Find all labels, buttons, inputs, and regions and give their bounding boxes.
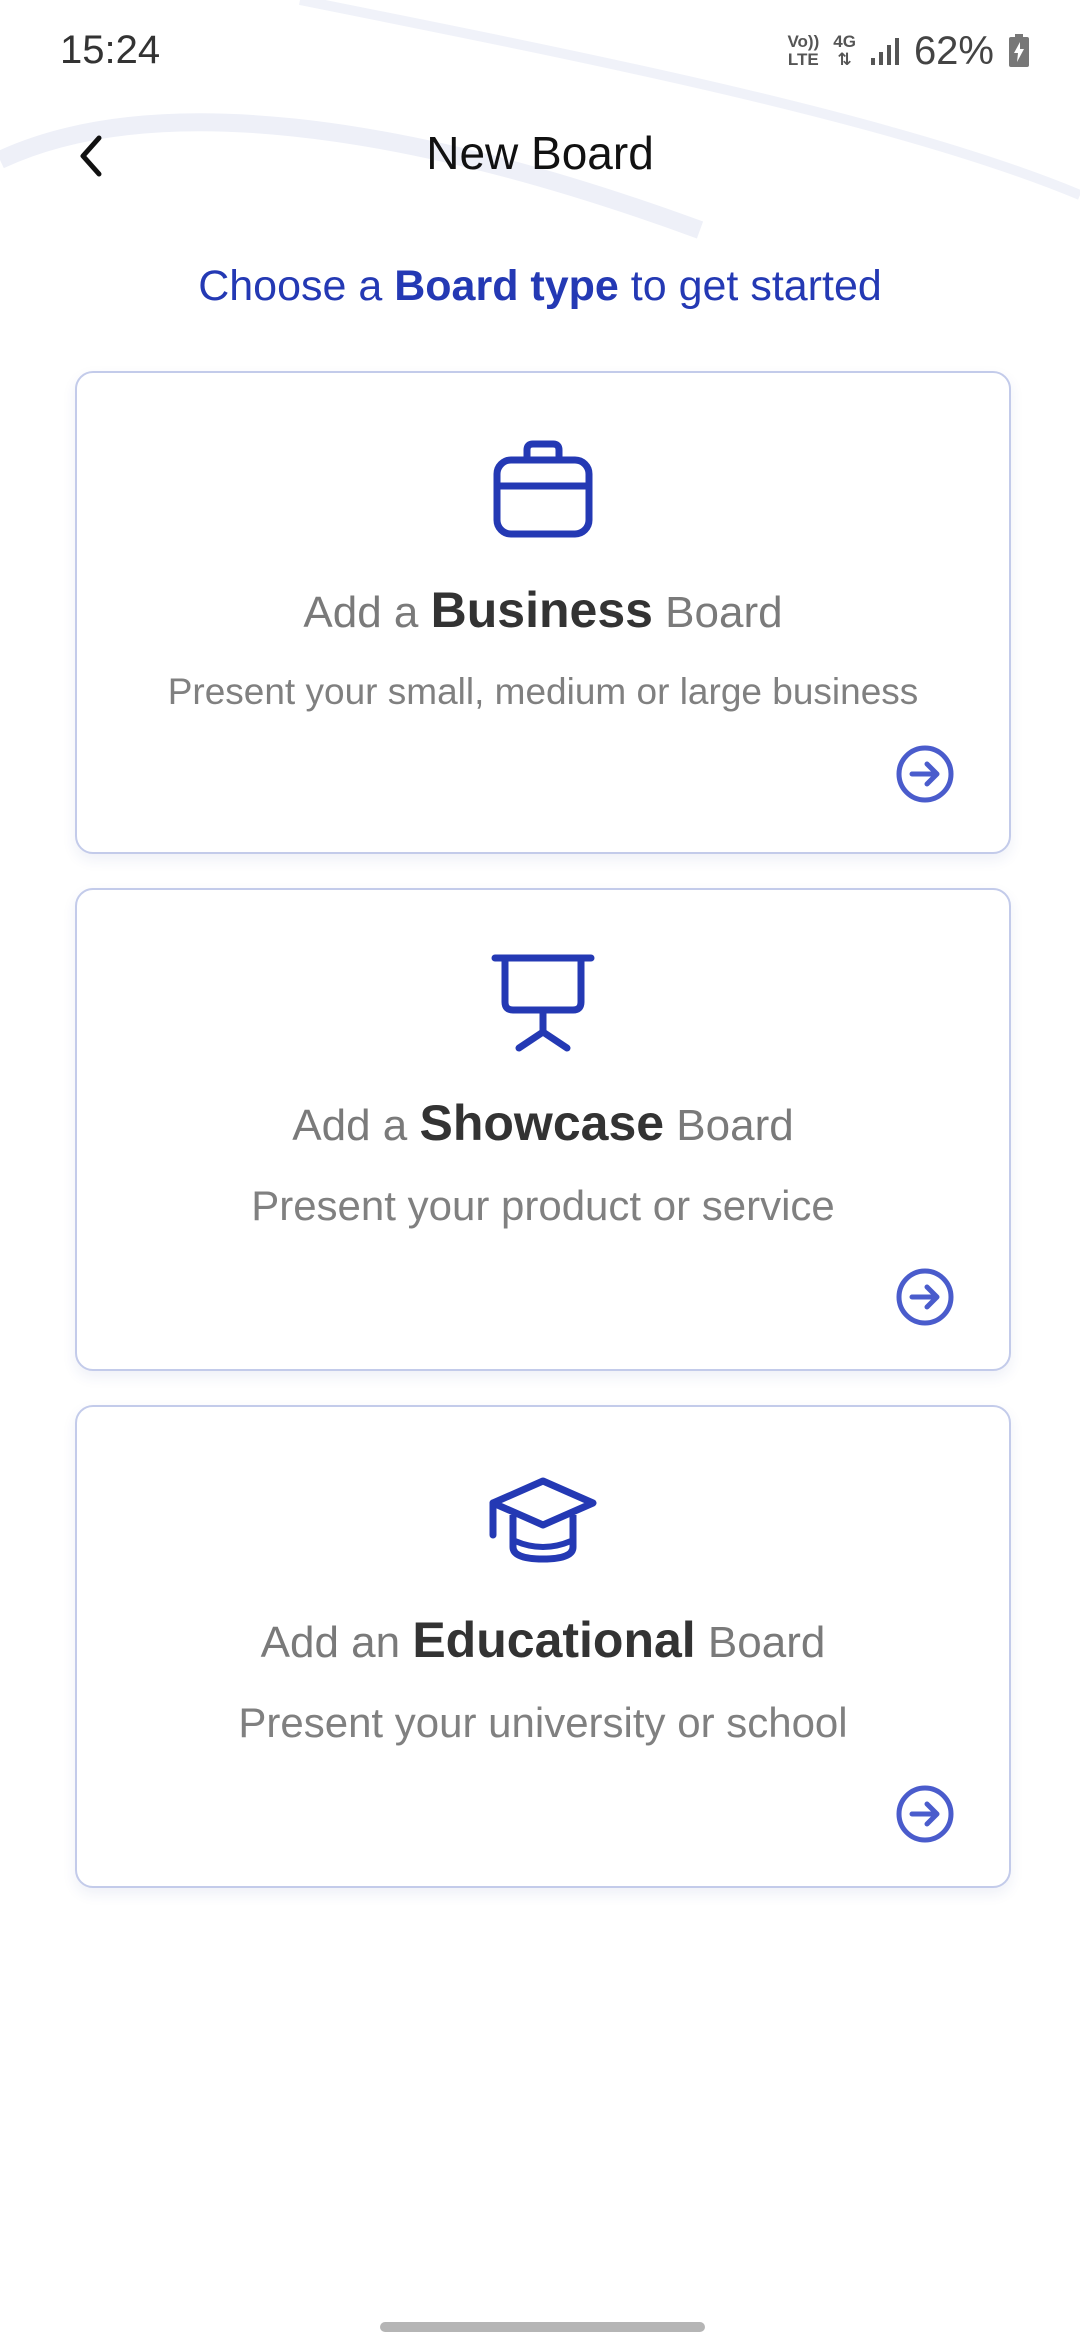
network-indicator: 4G ⇅ [833, 33, 856, 69]
battery-charging-icon [1009, 34, 1029, 67]
card-title-suffix: Board [664, 1101, 794, 1150]
card-title-bold: Educational [412, 1612, 696, 1668]
graduation-cap-icon [489, 1477, 597, 1563]
card-title: Add a Business Board [77, 581, 1009, 639]
showcase-board-card[interactable]: Add a Showcase Board Present your produc… [75, 888, 1011, 1371]
subtitle: Choose a Board type to get started [0, 262, 1080, 311]
subtitle-prefix: Choose a [198, 262, 395, 310]
battery-percent: 62% [913, 28, 994, 73]
arrow-right-circle-icon[interactable] [895, 744, 955, 804]
home-indicator[interactable] [380, 2322, 705, 2332]
top-app-bar: New Board [0, 110, 1080, 200]
volte-label: Vo)) [787, 32, 820, 51]
card-title-prefix: Add a [303, 588, 431, 637]
card-title: Add an Educational Board [77, 1611, 1009, 1669]
card-description: Present your small, medium or large busi… [167, 671, 919, 712]
card-description: Present your university or school [238, 1699, 848, 1746]
signal-icon [870, 38, 899, 65]
subtitle-suffix: to get started [618, 262, 882, 310]
card-title-prefix: Add a [292, 1101, 420, 1150]
status-time: 15:24 [60, 28, 161, 72]
arrow-right-circle-icon[interactable] [895, 1267, 955, 1327]
volte-indicator: Vo)) LTE [787, 33, 819, 69]
card-title-prefix: Add an [260, 1618, 413, 1667]
card-description: Present your product or service [251, 1182, 835, 1229]
card-icon-wrap [77, 950, 1009, 1060]
card-title-bold: Business [430, 582, 653, 638]
page-title: New Board [426, 127, 654, 179]
status-icons: Vo)) LTE 4G ⇅ 62% [787, 26, 1030, 76]
subtitle-bold: Board type [394, 262, 619, 310]
network-label: 4G [833, 32, 856, 51]
card-title-suffix: Board [652, 588, 783, 637]
card-title: Add a Showcase Board [77, 1094, 1009, 1152]
lte-label: LTE [787, 50, 819, 69]
briefcase-icon [493, 440, 593, 538]
status-bar: 15:24 Vo)) LTE 4G ⇅ 62% [0, 0, 1080, 100]
card-icon-wrap [77, 1475, 1009, 1585]
presentation-board-icon [491, 954, 595, 1052]
card-title-bold: Showcase [419, 1095, 665, 1151]
arrow-right-circle-icon[interactable] [895, 1784, 955, 1844]
screen: 15:24 Vo)) LTE 4G ⇅ 62% New Board Choose… [0, 0, 1080, 2340]
data-arrows-icon: ⇅ [837, 50, 852, 69]
card-title-suffix: Board [695, 1618, 826, 1667]
educational-board-card[interactable]: Add an Educational Board Present your un… [75, 1405, 1011, 1888]
card-icon-wrap [77, 438, 1009, 548]
business-board-card[interactable]: Add a Business Board Present your small,… [75, 371, 1011, 854]
